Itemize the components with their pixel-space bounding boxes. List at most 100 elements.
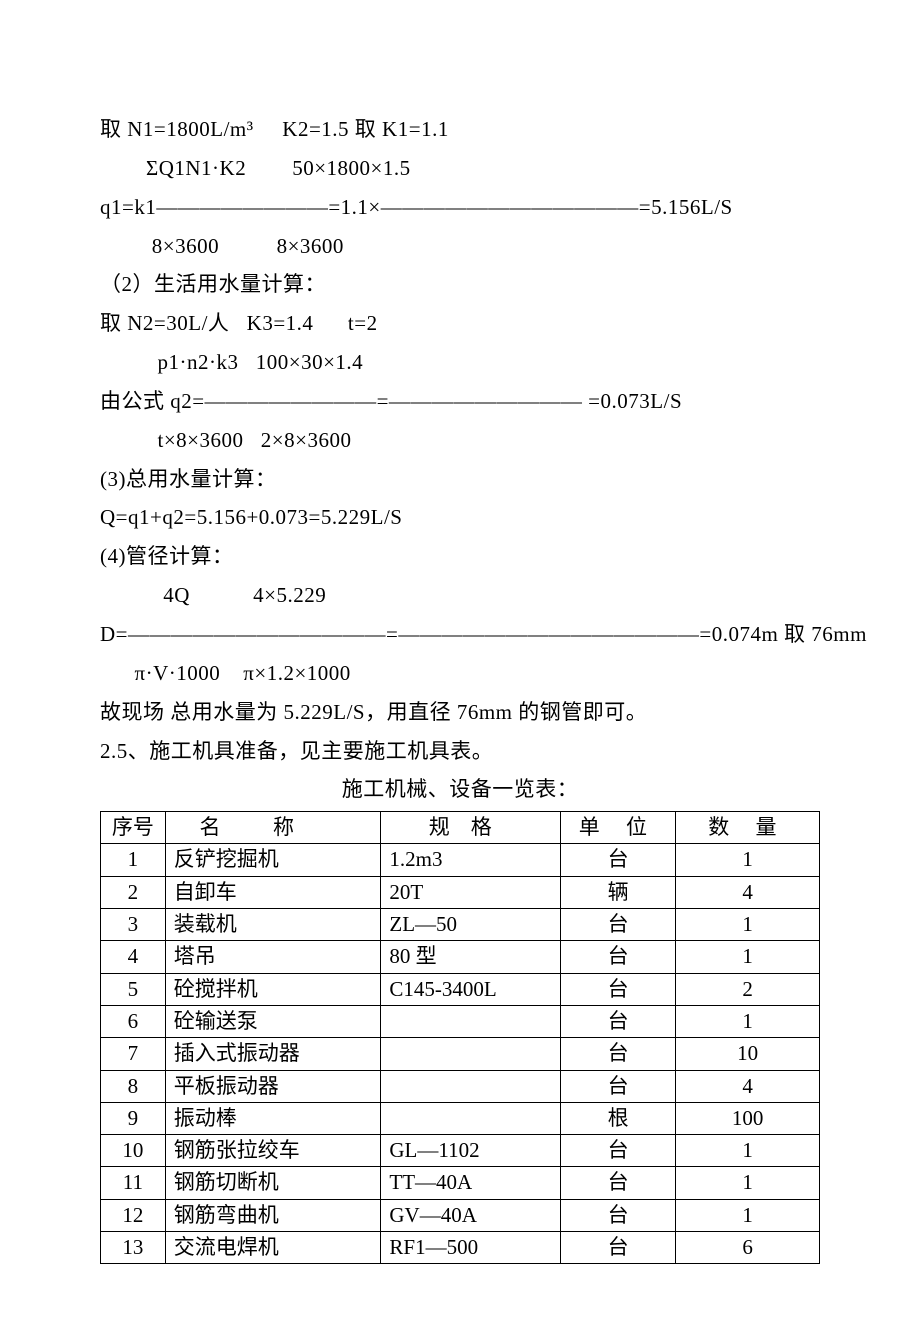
section-heading: (4)管径计算：	[100, 537, 820, 576]
cell-name: 装载机	[165, 909, 381, 941]
table-row: 6砼输送泵 台1	[101, 1005, 820, 1037]
cell-unit: 台	[561, 1005, 676, 1037]
cell-unit: 台	[561, 973, 676, 1005]
cell-index: 2	[101, 876, 166, 908]
table-row: 7插入式振动器 台10	[101, 1038, 820, 1070]
formula-line: q1=k1————————=1.1×————————————=5.156L/S	[100, 188, 820, 227]
cell-index: 8	[101, 1070, 166, 1102]
cell-qty: 100	[676, 1102, 820, 1134]
cell-spec: 80 型	[381, 941, 561, 973]
cell-name: 反铲挖掘机	[165, 844, 381, 876]
formula-denominator: t×8×3600 2×8×3600	[100, 421, 820, 460]
formula-numerator: 4Q 4×5.229	[100, 576, 820, 615]
cell-unit: 台	[561, 844, 676, 876]
cell-qty: 4	[676, 1070, 820, 1102]
text-line: 取 N1=1800L/m³ K2=1.5 取 K1=1.1	[100, 110, 820, 149]
cell-unit: 台	[561, 1135, 676, 1167]
table-row: 11钢筋切断机TT—40A台1	[101, 1167, 820, 1199]
cell-unit: 台	[561, 1199, 676, 1231]
cell-spec	[381, 1102, 561, 1134]
cell-qty: 2	[676, 973, 820, 1005]
formula-line: 由公式 q2=————————=————————— =0.073L/S	[100, 382, 820, 421]
table-row: 10钢筋张拉绞车GL—1102台1	[101, 1135, 820, 1167]
cell-index: 3	[101, 909, 166, 941]
section-heading: （2）生活用水量计算：	[100, 265, 820, 304]
cell-index: 13	[101, 1232, 166, 1264]
cell-qty: 1	[676, 1135, 820, 1167]
formula-denominator: π·V·1000 π×1.2×1000	[100, 654, 820, 693]
cell-index: 10	[101, 1135, 166, 1167]
header-qty: 数 量	[676, 812, 820, 844]
cell-qty: 1	[676, 1005, 820, 1037]
cell-spec	[381, 1070, 561, 1102]
cell-qty: 1	[676, 1199, 820, 1231]
cell-spec	[381, 1038, 561, 1070]
cell-spec: GV—40A	[381, 1199, 561, 1231]
text-line: 故现场 总用水量为 5.229L/S，用直径 76mm 的钢管即可。	[100, 693, 820, 732]
section-heading: (3)总用水量计算：	[100, 460, 820, 499]
table-row: 3装载机ZL—50台1	[101, 909, 820, 941]
cell-index: 12	[101, 1199, 166, 1231]
cell-qty: 1	[676, 909, 820, 941]
cell-unit: 台	[561, 1038, 676, 1070]
table-row: 8平板振动器 台4	[101, 1070, 820, 1102]
cell-name: 塔吊	[165, 941, 381, 973]
equipment-table: 序号 名称 规格 单 位 数 量 1反铲挖掘机1.2m3台12自卸车20T辆43…	[100, 811, 820, 1264]
table-row: 9振动棒 根100	[101, 1102, 820, 1134]
cell-name: 钢筋张拉绞车	[165, 1135, 381, 1167]
text-line: 取 N2=30L/人 K3=1.4 t=2	[100, 304, 820, 343]
header-name: 名称	[165, 812, 381, 844]
cell-qty: 1	[676, 941, 820, 973]
cell-unit: 台	[561, 941, 676, 973]
header-index: 序号	[101, 812, 166, 844]
header-spec: 规格	[381, 812, 561, 844]
cell-qty: 10	[676, 1038, 820, 1070]
cell-index: 1	[101, 844, 166, 876]
table-row: 4塔吊80 型台1	[101, 941, 820, 973]
table-row: 1反铲挖掘机1.2m3台1	[101, 844, 820, 876]
cell-index: 4	[101, 941, 166, 973]
table-row: 2自卸车20T辆4	[101, 876, 820, 908]
cell-name: 交流电焊机	[165, 1232, 381, 1264]
table-row: 5砼搅拌机C145-3400L台2	[101, 973, 820, 1005]
formula-numerator: ΣQ1N1·K2 50×1800×1.5	[100, 149, 820, 188]
cell-index: 7	[101, 1038, 166, 1070]
cell-spec: C145-3400L	[381, 973, 561, 1005]
cell-name: 平板振动器	[165, 1070, 381, 1102]
cell-unit: 辆	[561, 876, 676, 908]
cell-unit: 台	[561, 1167, 676, 1199]
cell-index: 6	[101, 1005, 166, 1037]
table-header-row: 序号 名称 规格 单 位 数 量	[101, 812, 820, 844]
table-row: 13交流电焊机RF1—500台6	[101, 1232, 820, 1264]
cell-name: 砼搅拌机	[165, 973, 381, 1005]
cell-name: 振动棒	[165, 1102, 381, 1134]
cell-unit: 台	[561, 909, 676, 941]
formula-denominator: 8×3600 8×3600	[100, 227, 820, 266]
document-page: 取 N1=1800L/m³ K2=1.5 取 K1=1.1 ΣQ1N1·K2 5…	[0, 0, 920, 1324]
cell-spec: 20T	[381, 876, 561, 908]
cell-unit: 根	[561, 1102, 676, 1134]
cell-index: 5	[101, 973, 166, 1005]
formula-numerator: p1·n2·k3 100×30×1.4	[100, 343, 820, 382]
cell-spec: GL—1102	[381, 1135, 561, 1167]
cell-name: 钢筋切断机	[165, 1167, 381, 1199]
text-line: 2.5、施工机具准备，见主要施工机具表。	[100, 732, 820, 771]
formula-line: D=————————————=——————————————=0.074m 取 7…	[100, 615, 820, 654]
cell-qty: 6	[676, 1232, 820, 1264]
cell-name: 钢筋弯曲机	[165, 1199, 381, 1231]
cell-spec: ZL—50	[381, 909, 561, 941]
cell-qty: 1	[676, 1167, 820, 1199]
cell-name: 插入式振动器	[165, 1038, 381, 1070]
formula-line: Q=q1+q2=5.156+0.073=5.229L/S	[100, 498, 820, 537]
cell-name: 砼输送泵	[165, 1005, 381, 1037]
table-title: 施工机械、设备一览表：	[100, 770, 820, 809]
cell-spec: 1.2m3	[381, 844, 561, 876]
cell-index: 11	[101, 1167, 166, 1199]
cell-qty: 1	[676, 844, 820, 876]
table-row: 12钢筋弯曲机GV—40A台1	[101, 1199, 820, 1231]
cell-unit: 台	[561, 1070, 676, 1102]
cell-qty: 4	[676, 876, 820, 908]
cell-spec: TT—40A	[381, 1167, 561, 1199]
cell-name: 自卸车	[165, 876, 381, 908]
cell-index: 9	[101, 1102, 166, 1134]
